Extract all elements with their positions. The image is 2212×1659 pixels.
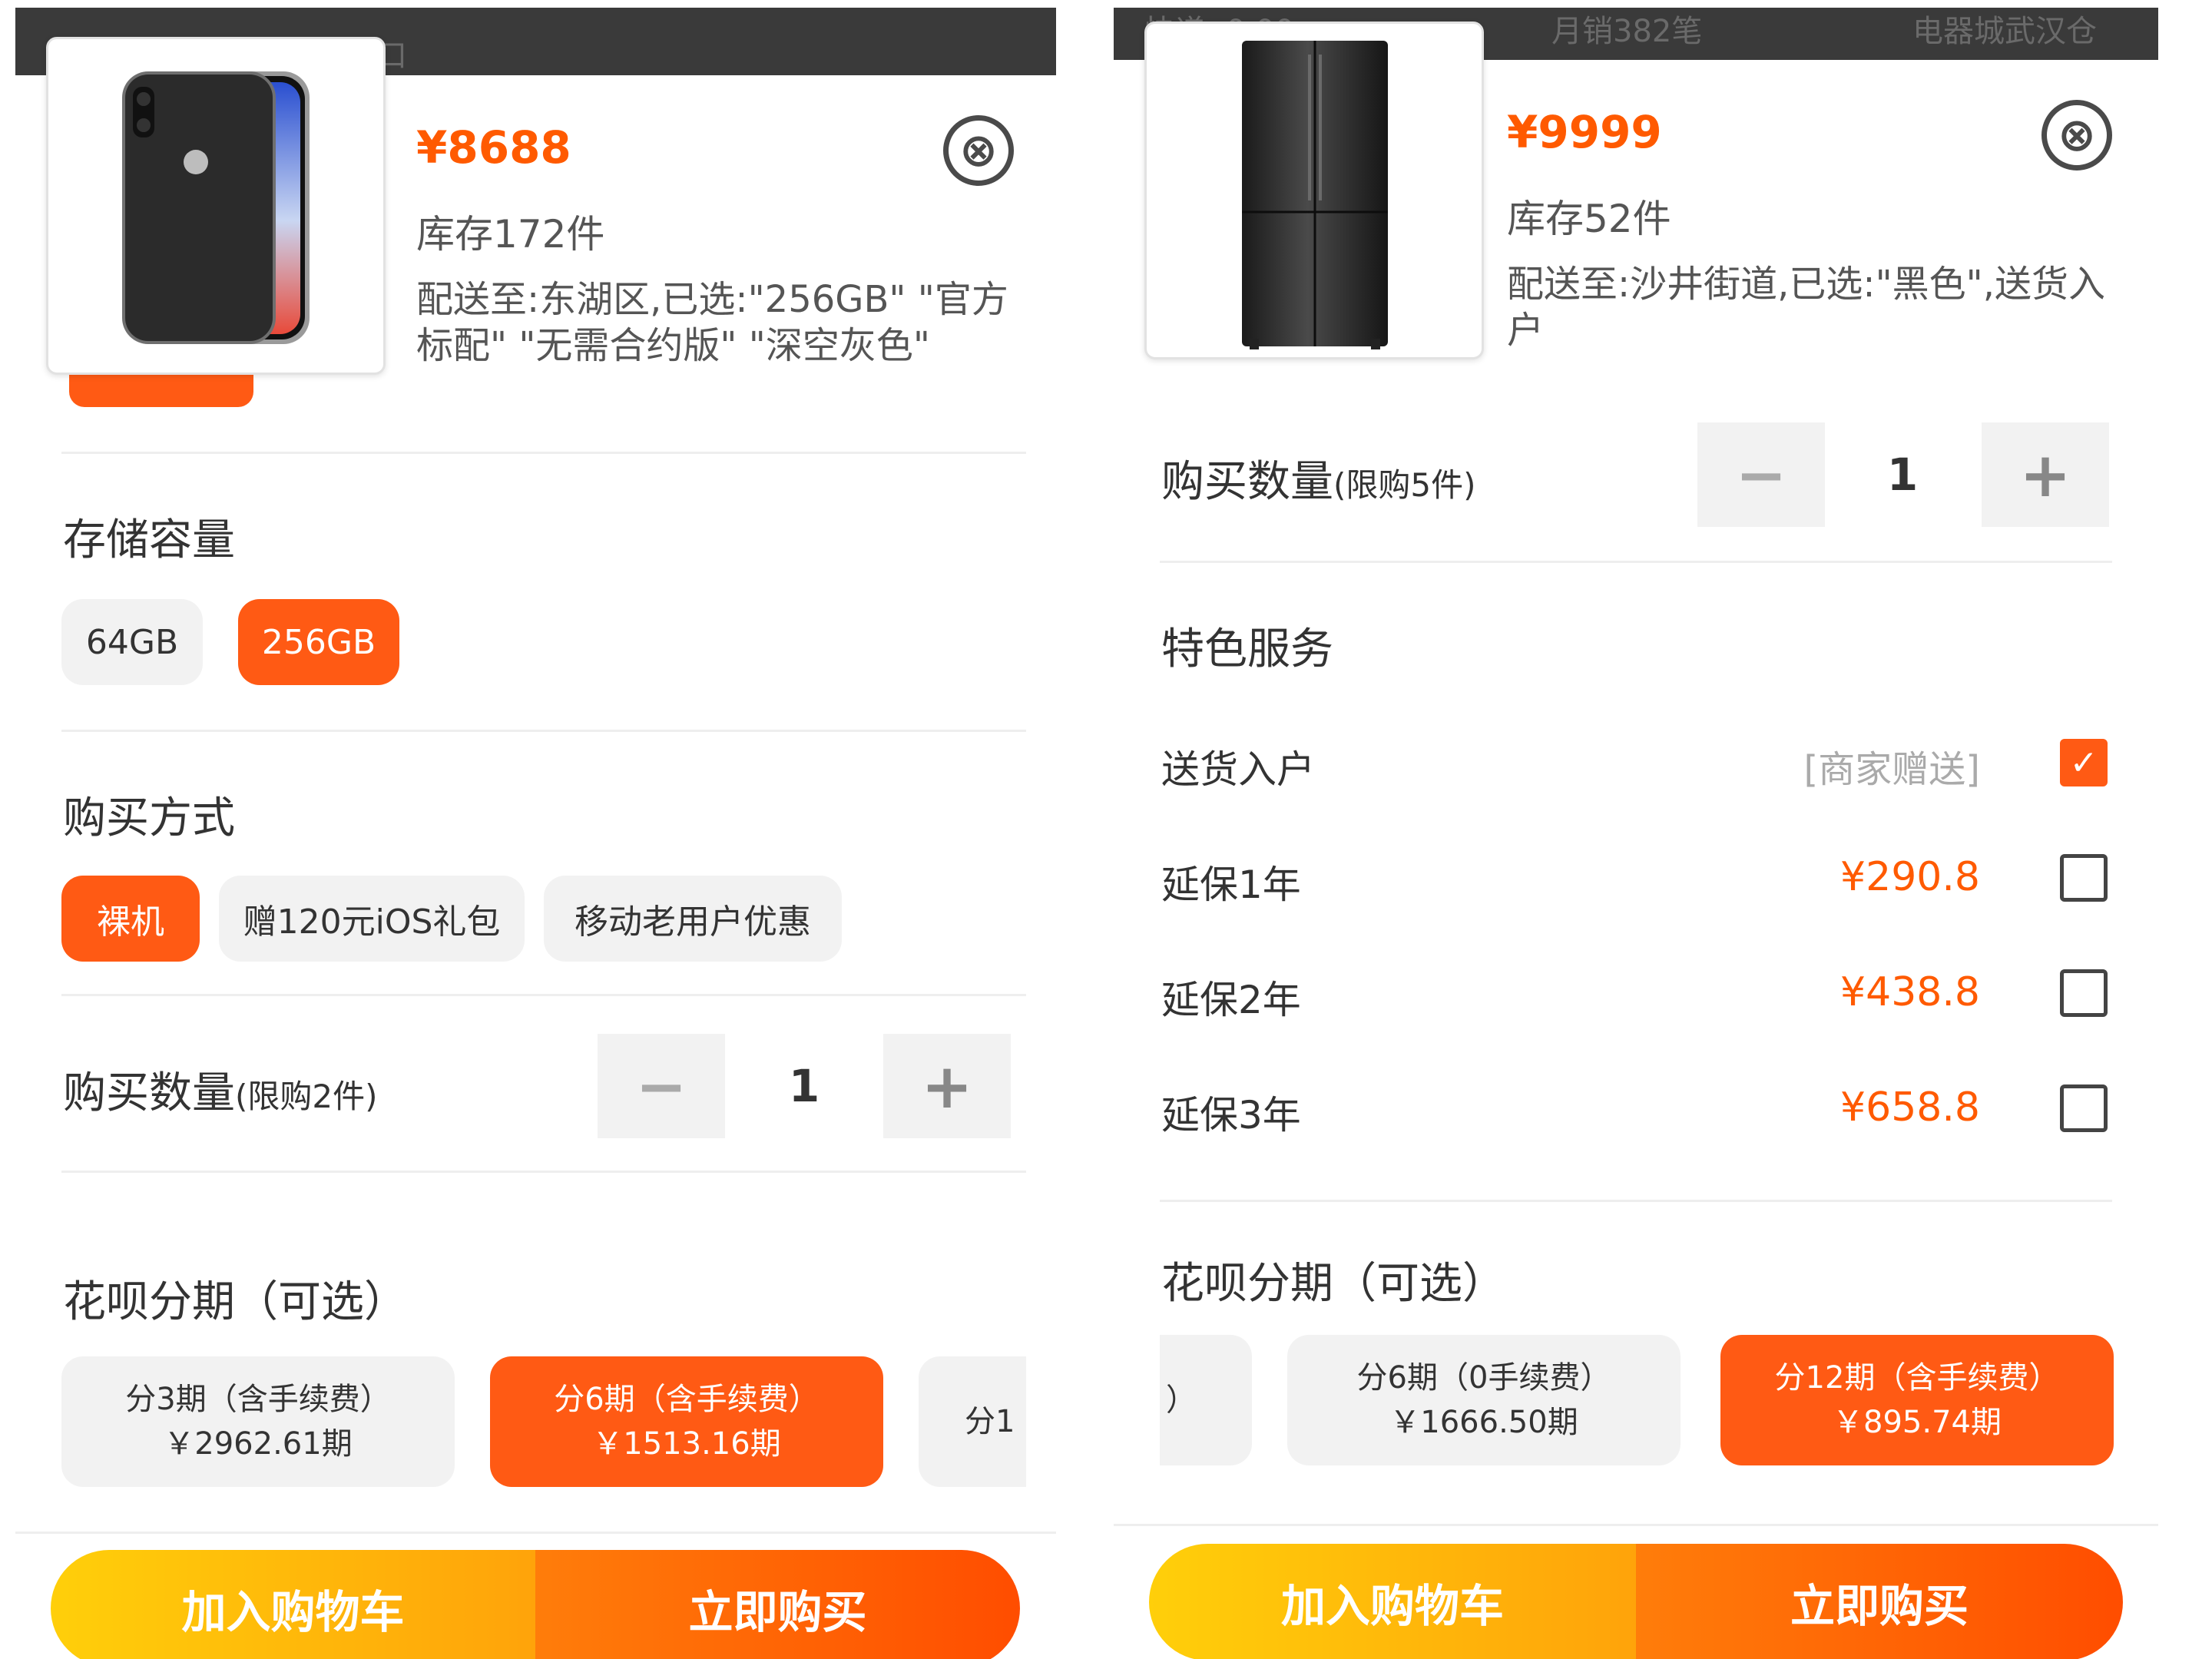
add-to-cart-button[interactable]: 加入购物车: [1149, 1544, 1636, 1659]
product-image: [1144, 22, 1484, 359]
fridge-image: [1242, 41, 1388, 349]
service-warranty-2y-price: ¥438.8: [1840, 969, 1980, 1015]
divider: [61, 1171, 1026, 1173]
quantity-limit: (限购5件): [1333, 466, 1476, 504]
installment-title: 花呗分期（可选）: [1161, 1259, 1505, 1309]
divider: [1114, 1524, 2158, 1526]
quantity-plus-button[interactable]: +: [1982, 422, 2109, 527]
storage-option-64gb[interactable]: 64GB: [61, 599, 203, 685]
right-product-sheet: 快递: 0.00 月销382笔 电器城武汉仓 ¥9999 库存52件 配送至:沙…: [1114, 0, 2158, 1659]
storage-option-256gb[interactable]: 256GB: [238, 599, 399, 685]
service-warranty-2y-checkbox[interactable]: [2060, 969, 2108, 1017]
close-icon-glyph: ⊗: [959, 124, 998, 177]
product-image: [46, 37, 386, 375]
installment-plan-terms: 分12期（含手续费）: [1774, 1360, 2060, 1396]
shipping-info-line1: 配送至:东湖区,已选:"256GB" "官方: [416, 278, 1008, 321]
divider: [61, 994, 1026, 996]
installment-plan-12[interactable]: 分12期（含手续费） ￥895.74期: [1720, 1335, 2114, 1465]
shipping-info-line1: 配送至:沙井街道,已选:"黑色",送货入: [1507, 263, 2106, 306]
installment-plan-amount: ￥2962.61期: [164, 1426, 353, 1462]
method-option-bare[interactable]: 裸机: [61, 876, 200, 962]
add-to-cart-button[interactable]: 加入购物车: [51, 1550, 535, 1659]
service-warranty-2y-label: 延保2年: [1161, 978, 1301, 1022]
action-bar: 加入购物车 立即购买: [51, 1550, 1020, 1659]
services-title: 特色服务: [1161, 624, 1333, 674]
installment-plan-terms: 分3期（含手续费）: [125, 1382, 391, 1417]
installment-plan-terms: 分6期（0手续费）: [1356, 1360, 1611, 1396]
close-icon-glyph: ⊗: [2057, 108, 2097, 162]
quantity-minus-button[interactable]: −: [598, 1034, 725, 1138]
divider: [1160, 561, 2112, 563]
quantity-label: 购买数量: [63, 1068, 235, 1118]
quantity-value: 1: [1886, 449, 1919, 501]
installment-plan-terms: ）: [1166, 1382, 1197, 1418]
divider: [15, 1532, 1056, 1534]
installment-plan-6[interactable]: 分6期（含手续费） ￥1513.16期: [490, 1356, 883, 1487]
service-warranty-1y-checkbox[interactable]: [2060, 854, 2108, 902]
shipping-info-line2: 户: [1507, 309, 1545, 352]
service-delivery-checkbox[interactable]: ✓: [2060, 739, 2108, 786]
service-warranty-3y-checkbox[interactable]: [2060, 1084, 2108, 1132]
service-warranty-1y-price: ¥290.8: [1840, 854, 1980, 900]
quantity-value: 1: [788, 1060, 820, 1112]
installment-plan-12-partial[interactable]: 分1: [919, 1356, 1026, 1487]
method-option-ios-gift[interactable]: 赠120元iOS礼包: [219, 876, 525, 962]
quantity-title: 购买数量(限购2件): [63, 1058, 378, 1121]
shipping-info-line2: 标配" "无需合约版" "深空灰色": [416, 324, 930, 367]
installment-plan-amount: ￥1666.50期: [1389, 1405, 1578, 1440]
shipping-info[interactable]: 配送至:东湖区,已选:"256GB" "官方 标配" "无需合约版" "深空灰色…: [416, 276, 1008, 369]
installment-plan-3[interactable]: 分3期（含手续费） ￥2962.61期: [61, 1356, 455, 1487]
product-price: ¥8688: [416, 121, 571, 174]
purchase-method-title: 购买方式: [63, 793, 235, 843]
quantity-label: 购买数量: [1161, 457, 1333, 507]
topbar-monthly-sales: 月销382笔: [1551, 14, 1703, 49]
service-warranty-1y-label: 延保1年: [1161, 863, 1301, 907]
divider: [1160, 1200, 2112, 1202]
quantity-plus-button[interactable]: +: [883, 1034, 1011, 1138]
action-bar: 加入购物车 立即购买: [1149, 1544, 2123, 1659]
installment-plan-terms: 分6期（含手续费）: [554, 1382, 820, 1417]
installment-plan-amount: ￥895.74期: [1833, 1405, 2002, 1440]
installment-plan-3-partial[interactable]: ）: [1160, 1335, 1252, 1465]
quantity-minus-button[interactable]: −: [1697, 422, 1825, 527]
shipping-info[interactable]: 配送至:沙井街道,已选:"黑色",送货入 户: [1507, 261, 2105, 353]
stock-count: 库存52件: [1507, 197, 1671, 241]
installment-plan-amount: ￥1513.16期: [592, 1426, 781, 1462]
stock-count: 库存172件: [416, 212, 605, 257]
installment-plan-6[interactable]: 分6期（0手续费） ￥1666.50期: [1287, 1335, 1681, 1465]
installment-title: 花呗分期（可选）: [63, 1277, 407, 1327]
close-icon[interactable]: ⊗: [2041, 100, 2112, 171]
product-price: ¥9999: [1507, 106, 1662, 158]
topbar-warehouse: 电器城武汉仓: [1912, 14, 2097, 49]
divider: [61, 730, 1026, 732]
installment-plan-terms: 分1: [965, 1404, 1015, 1439]
phone-image: [122, 71, 310, 344]
left-product-sheet: 口 ¥8688 库存172件 配送至:东湖区,已选:"256GB" "官方 标配…: [15, 0, 1056, 1659]
service-delivery-gift: [商家赠送]: [1803, 748, 1980, 791]
service-warranty-3y-label: 延保3年: [1161, 1093, 1301, 1137]
buy-now-button[interactable]: 立即购买: [1636, 1544, 2123, 1659]
check-icon: ✓: [2069, 743, 2098, 783]
close-icon[interactable]: ⊗: [943, 115, 1014, 186]
service-delivery-label: 送货入户: [1161, 747, 1315, 792]
method-option-mobile-user[interactable]: 移动老用户优惠: [544, 876, 842, 962]
divider: [61, 452, 1026, 454]
buy-now-button[interactable]: 立即购买: [535, 1550, 1020, 1659]
storage-title: 存储容量: [63, 515, 235, 565]
quantity-limit: (限购2件): [235, 1078, 378, 1115]
service-warranty-3y-price: ¥658.8: [1840, 1084, 1980, 1131]
quantity-title: 购买数量(限购5件): [1161, 447, 1476, 509]
